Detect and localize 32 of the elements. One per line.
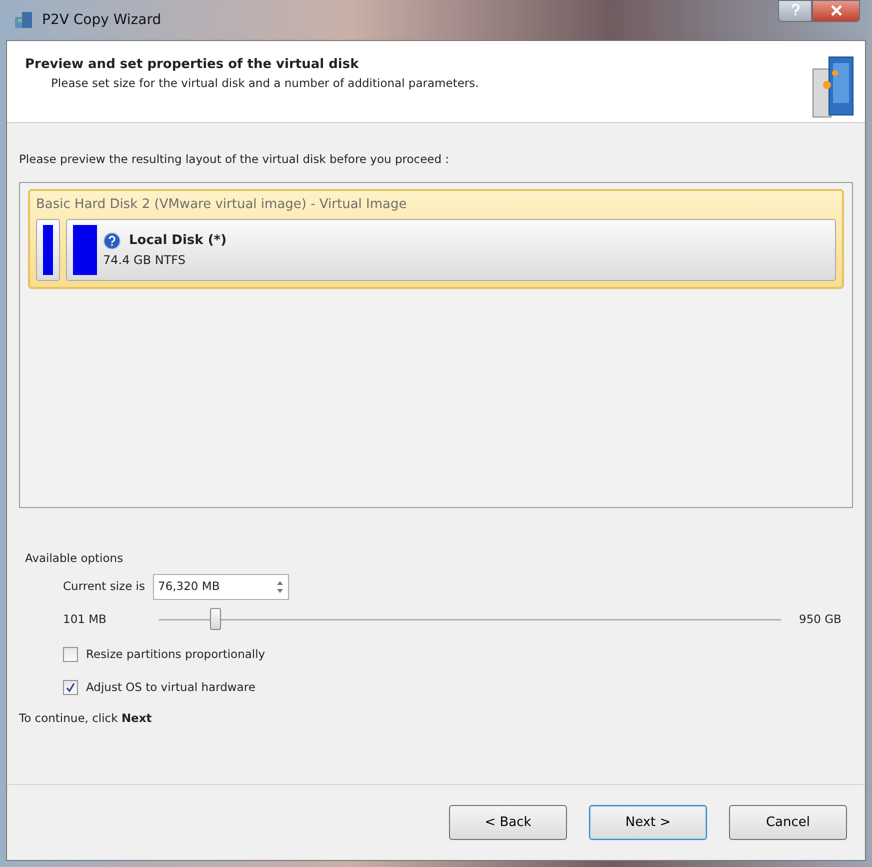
checkbox-label: Resize partitions proportionally bbox=[86, 646, 266, 662]
page-title: Preview and set properties of the virtual disk bbox=[25, 56, 360, 74]
wizard-button[interactable]: Next > bbox=[589, 805, 707, 840]
question-mark-icon bbox=[790, 4, 800, 16]
partition-block[interactable] bbox=[36, 218, 60, 281]
app-icon bbox=[14, 11, 34, 29]
instruction-text: Please preview the resulting layout of the virtual disk before you proceed : bbox=[19, 151, 450, 168]
partition-name: Local Disk (*) bbox=[129, 232, 227, 250]
wizard-button[interactable]: Cancel bbox=[729, 805, 847, 840]
size-spinbox[interactable]: 76,320 MB bbox=[153, 574, 289, 600]
disk-title: Basic Hard Disk 2 (VMware virtual image) - Virtual Image bbox=[36, 196, 408, 214]
help-icon bbox=[103, 232, 121, 250]
options-heading: Available options bbox=[25, 550, 124, 568]
checkbox-label: Adjust OS to virtual hardware bbox=[86, 678, 256, 696]
close-button[interactable] bbox=[812, 0, 860, 22]
checkbox[interactable] bbox=[63, 680, 78, 695]
close-icon bbox=[830, 4, 842, 16]
continue-hint: To continue, click Next bbox=[19, 710, 153, 727]
help-button[interactable] bbox=[778, 0, 812, 22]
server-icon bbox=[811, 55, 855, 119]
disk-card[interactable]: Basic Hard Disk 2 (VMware virtual image) - Virtual Image Local Disk (*) 74.4 GB NTFS bbox=[28, 189, 844, 289]
min-size-label: 101 MB bbox=[63, 610, 108, 628]
partition-block[interactable]: Local Disk (*) 74.4 GB NTFS bbox=[66, 218, 836, 281]
size-label: Current size is bbox=[63, 578, 145, 595]
page-subtitle: Please set size for the virtual disk and a number of additional parameters. bbox=[50, 74, 479, 92]
partition-detail: 74.4 GB NTFS bbox=[103, 252, 186, 268]
wizard-button[interactable]: < Back bbox=[449, 805, 567, 840]
size-slider[interactable] bbox=[159, 608, 781, 632]
slider-thumb[interactable] bbox=[210, 608, 221, 630]
window-title: P2V Copy Wizard bbox=[42, 10, 162, 30]
checkbox[interactable] bbox=[63, 646, 78, 662]
max-size-label: 950 GB bbox=[798, 610, 842, 628]
